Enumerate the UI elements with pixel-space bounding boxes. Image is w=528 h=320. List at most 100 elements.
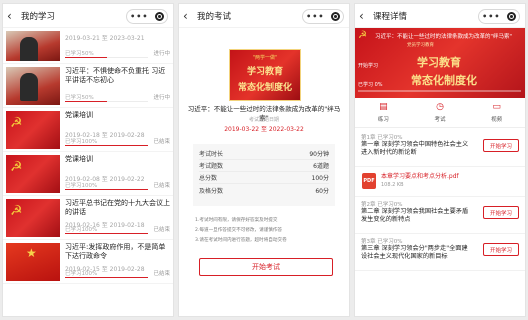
banner-line: 常态化制度化 [237,83,292,93]
course-progress-text: 已学习100% [65,183,98,189]
course-thumbnail: ★ [6,243,60,281]
chapter-title: 第一章 深刻学习领会中国特色社会主义进入新时代的新论断 [361,141,469,156]
start-study-button[interactable]: 开始学习 [483,206,519,219]
course-status: 已结束 [153,183,170,189]
note-line: 2.每道一旦作答提交不可修改，请谨慎作答 [195,228,283,233]
attachment-item[interactable]: PDF 本章学习要点和考点分析.pdf 108.2 KB [355,167,525,197]
table-row: 及格分数 60分 [199,184,329,196]
more-icon[interactable]: ••• [306,12,324,20]
course-status: 已结束 [153,139,170,145]
course-status: 进行中 [153,95,170,101]
hero-subtitle: 党员学习教育 [407,43,434,48]
monitor-icon: ▭ [492,102,501,112]
list-item[interactable]: ☭ 党课培训 2019-02-18 至 2019-02-28 已学习100% 已… [3,108,173,152]
close-icon[interactable] [154,12,164,21]
course-detail-screen: ‹ 课程详情 ••• ☭ 习近平：不能让一些过时的法律条款成为改革的"绊马索" … [354,3,526,317]
list-item[interactable]: 2019-03-21 至 2023-03-21 已学习50% 进行中 [3,28,173,64]
course-title: 习近平：不惧使命不负重托 习近平讲话不忘初心 [65,67,166,84]
row-value: 100分 [311,175,329,182]
miniprogram-capsule[interactable]: ••• [478,9,520,24]
miniprogram-capsule[interactable]: ••• [302,9,344,24]
exam-subtitle: 考试起始日期 [248,117,279,123]
chapter-item[interactable]: 第1章 已学习0% 第一章 深刻学习领会中国特色社会主义进入新时代的新论断 开始… [355,130,525,167]
page-title: 课程详情 [373,11,408,22]
list-item[interactable]: 习近平：不惧使命不负重托 习近平讲话不忘初心 已学习50% 进行中 [3,64,173,108]
hero-title: 习近平：不能让一些过时的法律条款成为改革的"绊马索" [375,34,513,40]
page-title: 我的学习 [21,11,56,22]
note-line: 1.考试时间有限，请保存好答案及时提交 [195,218,278,223]
course-progress-bar [65,277,148,278]
table-row: 考试题数 6道题 [199,160,329,172]
exam-banner: "两学一做" 学习教育 常态化制度化 [229,49,301,101]
exam-info-table: 考试时长 90分钟 考试题数 6道题 总分数 100分 及格分数 60分 [193,144,335,206]
more-icon[interactable]: ••• [482,12,500,20]
start-study-button[interactable]: 开始学习 [483,139,519,152]
course-list: 2019-03-21 至 2023-03-21 已学习50% 进行中 习近平：不… [3,28,173,284]
course-thumbnail [6,31,60,61]
course-status: 已结束 [153,271,170,277]
tab-video[interactable]: ▭ 视频 [468,98,525,127]
course-status: 进行中 [153,51,170,57]
banner-line: 学习教育 [246,67,283,77]
course-progress-bar [65,145,148,146]
row-value: 60分 [315,187,329,195]
my-study-screen: ‹ 我的学习 ••• 2019-03-21 至 2023-03-21 已学习50… [2,3,174,317]
exam-notes: 1.考试时间有限，请保存好答案及时提交 2.每道一旦作答提交不可修改，请谨慎作答… [195,216,339,246]
back-icon[interactable]: ‹ [183,9,195,23]
pdf-icon: PDF [362,173,376,189]
tab-exam[interactable]: ◷ 考试 [412,98,469,127]
miniprogram-capsule[interactable]: ••• [126,9,168,24]
book-icon: ▤ [379,102,388,112]
chapter-item[interactable]: 第2章 已学习0% 第二章 深刻学习领会我国社会主要矛盾发生变化的新特点 开始学… [355,197,525,234]
note-line: 3.请在考试时间内进行答题，超时将自动交卷 [195,238,287,243]
course-progress-text: 已学习50% [65,95,94,101]
tab-label: 视频 [491,117,503,123]
tab-practice[interactable]: ▤ 练习 [355,98,412,127]
row-key: 及格分数 [199,187,224,195]
chapter-list: 第1章 已学习0% 第一章 深刻学习领会中国特色社会主义进入新时代的新论断 开始… [355,130,525,271]
course-progress-text: 已学习50% [65,51,94,57]
course-thumbnail: ☭ [6,199,60,237]
tab-label: 练习 [377,117,389,123]
more-icon[interactable]: ••• [130,12,148,20]
chapter-title: 第三章 深刻学习领会分"两步走"全面建设社会主义现代化国家的新目标 [361,245,468,260]
hero-progress-text: 已学习 0% [358,82,383,88]
banner-line: "两学一做" [252,55,278,61]
course-thumbnail: ☭ [6,111,60,149]
row-key: 考试时长 [199,151,224,158]
exam-date: 2019-03-22 至 2022-03-22 [224,126,304,133]
table-row: 考试时长 90分钟 [199,148,329,160]
course-thumbnail: ☭ [6,155,60,193]
close-icon[interactable] [330,12,340,21]
clock-icon: ◷ [436,102,444,112]
my-exam-screen: ‹ 我的考试 ••• "两学一做" 学习教育 常态化制度化 习近平：不能让一些过… [178,3,350,317]
course-tabs: ▤ 练习 ◷ 考试 ▭ 视频 [355,98,525,128]
list-item[interactable]: ★ 习近平:发挥政府作用，不是简单下达行政命令 2019-02-15 至 201… [3,240,173,284]
start-study-button[interactable]: 开始学习 [483,243,519,256]
attachment-name: 本章学习要点和考点分析.pdf [381,173,459,180]
list-item[interactable]: ☭ 习近平总书记在党的十九大会议上的讲话 2019-02-16 至 2019-0… [3,196,173,240]
course-progress-text: 已学习100% [65,271,98,277]
start-exam-button[interactable]: 开始考试 [199,258,333,276]
course-title: 习近平:发挥政府作用，不是简单下达行政命令 [65,243,166,260]
row-value: 6道题 [313,163,329,170]
chapter-title: 第二章 深刻学习领会我国社会主要矛盾发生变化的新特点 [361,208,469,223]
hero-slogan: 常态化制度化 [411,74,477,87]
close-icon[interactable] [506,12,516,21]
row-key: 总分数 [199,175,218,182]
back-icon[interactable]: ‹ [359,9,371,23]
table-row: 总分数 100分 [199,172,329,184]
course-progress-text: 已学习100% [65,227,98,233]
attachment-size: 108.2 KB [381,182,404,188]
nav-bar: ‹ 我的考试 ••• [179,4,349,28]
hero-progress-bar [358,90,521,92]
course-title: 党课培训 [65,111,93,119]
chapter-item[interactable]: 第3章 已学习0% 第三章 深刻学习领会分"两步走"全面建设社会主义现代化国家的… [355,234,525,271]
course-progress-bar [65,101,148,102]
course-title: 习近平总书记在党的十九大会议上的讲话 [65,199,170,216]
course-progress-bar [65,233,148,234]
back-icon[interactable]: ‹ [7,9,19,23]
list-item[interactable]: ☭ 党课培训 2019-02-08 至 2019-02-22 已学习100% 已… [3,152,173,196]
course-date: 2019-03-21 至 2023-03-21 [65,35,145,42]
page-title: 我的考试 [197,11,232,22]
